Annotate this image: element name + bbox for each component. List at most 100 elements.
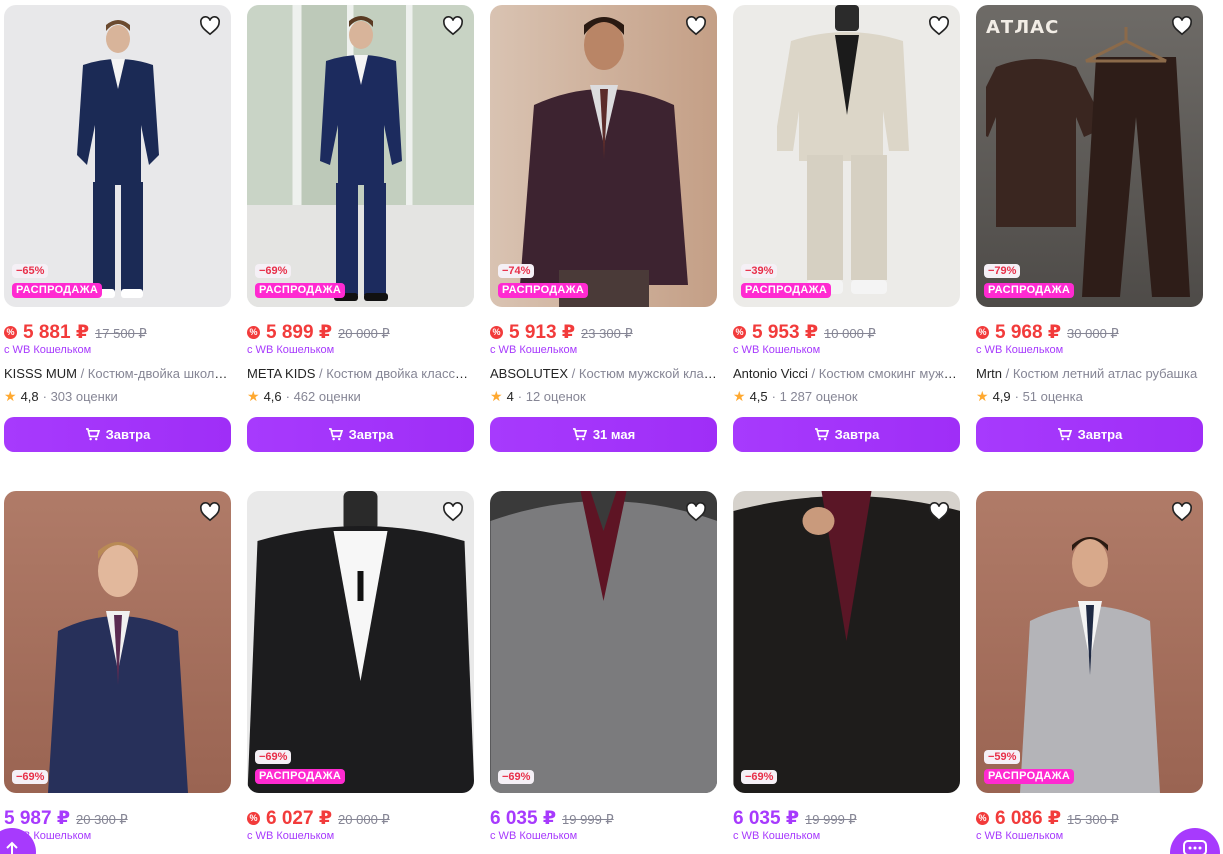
product-image[interactable]: −69% — [4, 491, 231, 793]
product-name[interactable]: ABSOLUTEX / Костюм мужской классический — [490, 366, 717, 381]
rating-value: 4,6 — [263, 389, 282, 404]
wallet-discount-icon: % — [247, 811, 260, 825]
price: 6 027 ₽ — [266, 808, 333, 829]
product-card[interactable]: −69% 6 035 ₽ 19 999 ₽ с WB Кошельком — [733, 491, 960, 842]
product-image[interactable]: АТЛАС −79% РАСПРОДАЖА — [976, 5, 1203, 307]
heart-icon[interactable] — [197, 13, 223, 39]
old-price: 17 500 ₽ — [95, 326, 147, 341]
discount-badge: −69% — [255, 264, 292, 278]
cart-icon — [814, 428, 829, 441]
product-image[interactable]: −74% РАСПРОДАЖА — [490, 5, 717, 307]
product-title: / Костюм-двойка школьный — [76, 366, 231, 381]
old-price: 15 300 ₽ — [1067, 812, 1119, 827]
product-photo-suit-burgundy — [519, 17, 688, 307]
heart-icon[interactable] — [440, 499, 466, 525]
price: 5 953 ₽ — [752, 322, 819, 343]
chat-icon — [1183, 840, 1207, 854]
product-card[interactable]: −69% 6 035 ₽ 19 999 ₽ с WB Кошельком — [490, 491, 717, 842]
product-name[interactable]: Mrtn / Костюм летний атлас рубашка — [976, 366, 1203, 381]
discount-badge: −74% — [498, 264, 535, 278]
brand: Mrtn — [976, 366, 1002, 381]
product-card[interactable]: −69% 5 987 ₽ 20 300 ₽ с WB Кошельком — [4, 491, 231, 842]
heart-icon[interactable] — [683, 13, 709, 39]
price: 5 899 ₽ — [266, 322, 333, 343]
review-count: · 462 оценки — [285, 389, 361, 404]
product-card[interactable]: −74% РАСПРОДАЖА % 5 913 ₽ 23 300 ₽ с WB … — [490, 5, 717, 452]
heart-icon[interactable] — [683, 499, 709, 525]
delivery-label: 31 мая — [592, 427, 636, 442]
heart-icon[interactable] — [1169, 499, 1195, 525]
rating: ★ 4,8 · 303 оценки — [4, 388, 231, 405]
star-icon: ★ — [490, 388, 503, 404]
brand: META KIDS — [247, 366, 316, 381]
brand: Antonio Vicci — [733, 366, 808, 381]
price-row: 6 035 ₽ 19 999 ₽ — [490, 807, 717, 829]
add-to-cart-button[interactable]: Завтра — [247, 417, 474, 452]
product-name[interactable]: META KIDS / Костюм двойка классический — [247, 366, 474, 381]
rating: ★ 4 · 12 оценок — [490, 388, 717, 405]
sale-badge: РАСПРОДАЖА — [12, 283, 103, 298]
rating: ★ 4,9 · 51 оценка — [976, 388, 1203, 405]
wallet-discount-icon: % — [976, 325, 989, 339]
product-photo-suit-black-turtleneck — [733, 491, 960, 793]
review-count: · 1 287 оценок — [771, 389, 858, 404]
star-icon: ★ — [247, 388, 260, 404]
wallet-note: с WB Кошельком — [490, 344, 578, 356]
product-image[interactable]: −69% РАСПРОДАЖА — [247, 5, 474, 307]
wallet-discount-icon: % — [4, 325, 17, 339]
cart-icon — [1057, 428, 1072, 441]
add-to-cart-button[interactable]: Завтра — [733, 417, 960, 452]
wallet-note: с WB Кошельком — [733, 344, 821, 356]
add-to-cart-button[interactable]: Завтра — [976, 417, 1203, 452]
heart-icon[interactable] — [926, 499, 952, 525]
old-price: 30 000 ₽ — [1067, 326, 1119, 341]
sale-badge: РАСПРОДАЖА — [255, 283, 346, 298]
price-row: % 5 968 ₽ 30 000 ₽ — [976, 321, 1203, 343]
heart-icon[interactable] — [440, 13, 466, 39]
product-image[interactable]: −69% — [490, 491, 717, 793]
delivery-label: Завтра — [105, 427, 151, 442]
add-to-cart-button[interactable]: 31 мая — [490, 417, 717, 452]
product-card[interactable]: АТЛАС −79% РАСПРОДАЖА % 5 968 ₽ 30 000 ₽… — [976, 5, 1203, 452]
product-photo-suit-checked — [47, 542, 188, 793]
price-row: 5 987 ₽ 20 300 ₽ — [4, 807, 231, 829]
old-price: 19 999 ₽ — [805, 812, 857, 827]
heart-icon[interactable] — [197, 499, 223, 525]
product-card[interactable]: −39% РАСПРОДАЖА % 5 953 ₽ 10 000 ₽ с WB … — [733, 5, 960, 452]
price: 6 035 ₽ — [490, 808, 557, 829]
old-price: 20 000 ₽ — [338, 812, 390, 827]
add-to-cart-button[interactable]: Завтра — [4, 417, 231, 452]
product-card[interactable]: −69% РАСПРОДАЖА % 5 899 ₽ 20 000 ₽ с WB … — [247, 5, 474, 452]
review-count: · 303 оценки — [42, 389, 118, 404]
sale-badge: РАСПРОДАЖА — [498, 283, 589, 298]
product-image[interactable]: −69% — [733, 491, 960, 793]
product-image[interactable]: −59% РАСПРОДАЖА — [976, 491, 1203, 793]
heart-icon[interactable] — [926, 13, 952, 39]
review-count: · 51 оценка — [1014, 389, 1083, 404]
brand: ABSOLUTEX — [490, 366, 569, 381]
star-icon: ★ — [976, 388, 989, 404]
old-price: 20 300 ₽ — [76, 812, 128, 827]
product-card[interactable]: −69% РАСПРОДАЖА % 6 027 ₽ 20 000 ₽ с WB … — [247, 491, 474, 842]
cart-icon — [85, 428, 100, 441]
cart-icon — [572, 428, 587, 441]
price: 5 881 ₽ — [23, 322, 90, 343]
product-name[interactable]: Antonio Vicci / Костюм смокинг мужской — [733, 366, 960, 381]
discount-badge: −59% — [984, 750, 1021, 764]
product-image[interactable]: −39% РАСПРОДАЖА — [733, 5, 960, 307]
product-card[interactable]: −59% РАСПРОДАЖА % 6 086 ₽ 15 300 ₽ с WB … — [976, 491, 1203, 842]
delivery-label: Завтра — [1077, 427, 1123, 442]
product-photo-suit-grey — [490, 491, 717, 793]
product-title: / Костюм двойка классический — [319, 366, 474, 381]
product-image[interactable]: −69% РАСПРОДАЖА — [247, 491, 474, 793]
heart-icon[interactable] — [1169, 13, 1195, 39]
rating-value: 4,9 — [992, 389, 1011, 404]
product-name[interactable]: KISSS MUM / Костюм-двойка школьный — [4, 366, 231, 381]
review-count: · 12 оценок — [517, 389, 586, 404]
discount-badge: −65% — [12, 264, 49, 278]
wallet-discount-icon: % — [490, 325, 503, 339]
product-card[interactable]: −65% РАСПРОДАЖА % 5 881 ₽ 17 500 ₽ с WB … — [4, 5, 231, 452]
product-photo-suit-black — [247, 491, 474, 793]
product-image[interactable]: −65% РАСПРОДАЖА — [4, 5, 231, 307]
sale-badge: РАСПРОДАЖА — [984, 769, 1075, 784]
